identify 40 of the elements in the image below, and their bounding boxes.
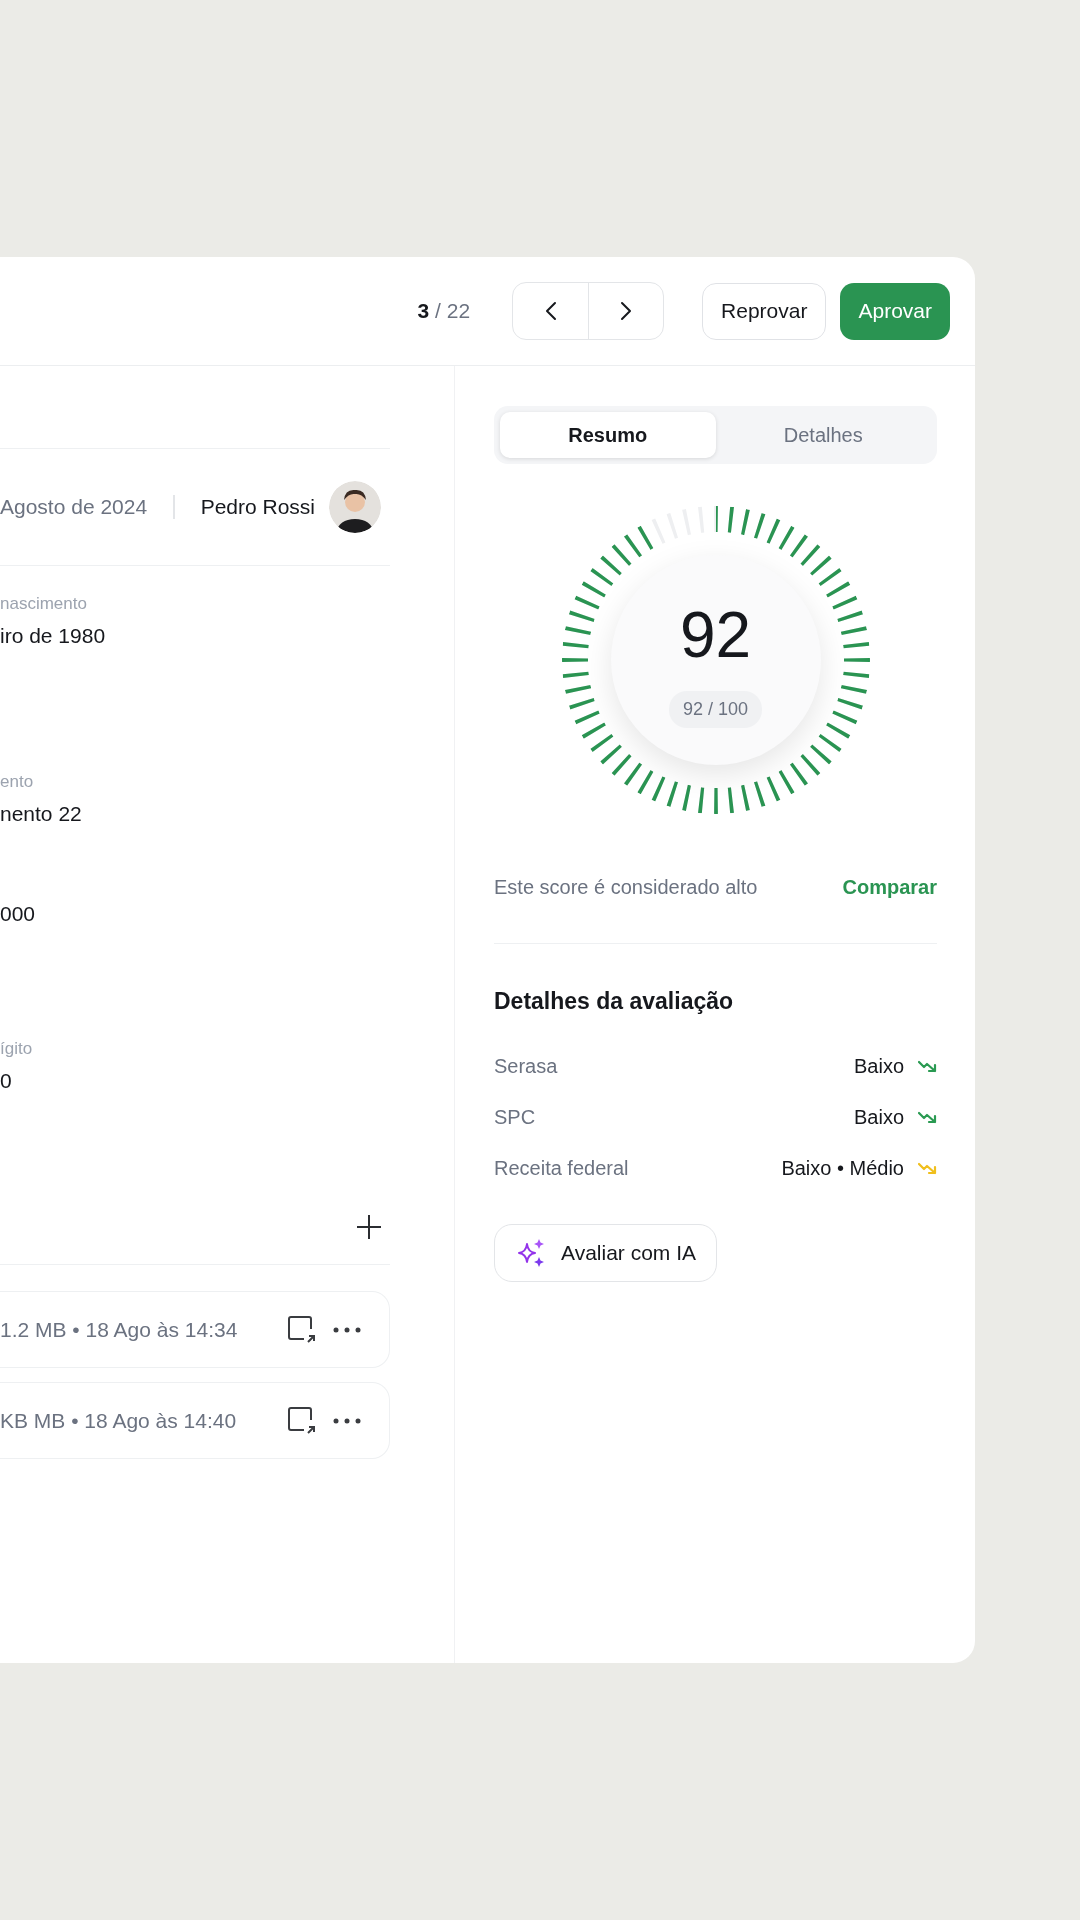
section-title: Detalhes da avaliação [494,988,735,1015]
rating-value: Baixo • Médio [781,1157,904,1180]
field-label: ento [0,772,35,792]
open-button[interactable] [287,1406,317,1435]
more-icon [333,1417,361,1424]
avatar [329,481,381,533]
score-badge: 92 / 100 [668,690,763,728]
page-counter: 3 / 22 [417,299,471,323]
plus-icon [356,1214,382,1240]
tab[interactable]: Resumo [500,412,716,458]
tab[interactable]: Detalhes [715,412,931,458]
field-value: iro de 1980 [0,624,107,648]
file-info: KB MB • 18 Ago às 14:40 [0,1408,238,1433]
date-text: Agosto de 2024 [0,495,148,519]
open-external-icon [287,1406,317,1435]
author-name: Pedro Rossi [200,495,315,519]
compare-link[interactable]: Comparar [842,876,937,899]
source-label: SPC [494,1106,537,1129]
open-button[interactable] [287,1315,317,1344]
sparkles-icon [515,1238,545,1268]
more-button[interactable] [333,1417,361,1424]
more-button[interactable] [333,1326,361,1333]
file-info: 1.2 MB • 18 Ago às 14:34 [0,1317,239,1342]
source-label: Serasa [494,1055,559,1078]
rating-value: Baixo [853,1055,904,1078]
rating-value: Baixo [853,1106,904,1129]
add-button[interactable] [356,1214,382,1240]
open-external-icon [287,1315,317,1344]
approve-button[interactable]: Aprovar [840,282,950,340]
field-label: ígito [0,1039,34,1059]
reject-button[interactable]: Reprovar [702,282,827,340]
field-value: 000 [0,902,37,926]
field-value: 0 [0,1069,13,1093]
field-value: nento 22 [0,802,83,826]
more-icon [333,1326,361,1333]
score-note: Este score é considerado alto [494,876,758,899]
ai-evaluate-button[interactable]: Avaliar com IA [494,1224,717,1282]
score-value: 92 [679,602,752,667]
source-label: Receita federal [494,1157,630,1180]
field-label: nascimento [0,594,88,614]
